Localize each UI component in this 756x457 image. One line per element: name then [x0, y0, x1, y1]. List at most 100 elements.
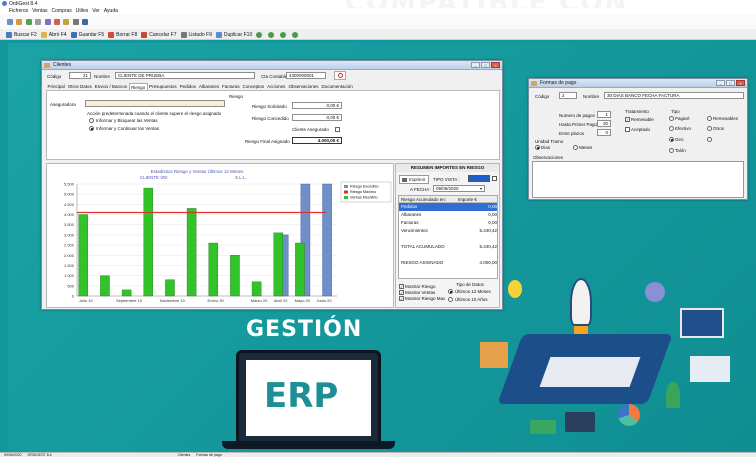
tipo-vista-label: TIPO VISTA : [433, 177, 460, 182]
list-button[interactable]: Listado F9 [180, 31, 212, 38]
mostrar-ventas-checkbox[interactable]: ✓ [399, 290, 404, 295]
settings-icon[interactable] [72, 19, 79, 25]
tools-icon[interactable] [63, 19, 70, 25]
aseguradora-field[interactable] [85, 100, 225, 107]
mostrar-riesgo-checkbox[interactable]: ✓ [399, 284, 404, 289]
nav-last-icon[interactable] [292, 32, 299, 38]
menu-ayuda[interactable]: Ayuda [104, 8, 118, 15]
radio-dias[interactable] [535, 145, 540, 150]
table-row[interactable]: Albaranes 0,00 [399, 211, 497, 219]
table-row[interactable] [399, 251, 497, 259]
edit-icon[interactable] [16, 19, 23, 25]
radio-meses[interactable] [573, 145, 578, 150]
search-button[interactable]: Buscar F2 [6, 31, 37, 38]
maximize-button[interactable]: □ [481, 62, 490, 68]
menu-ventas[interactable]: Ventas [32, 8, 47, 15]
y-tick-label: 500 [67, 283, 74, 288]
asegurado-checkbox[interactable] [335, 127, 340, 132]
mostrar-riesgo-max-checkbox[interactable]: ✓ [399, 296, 404, 301]
legend-swatch [344, 190, 348, 194]
close-button[interactable]: × [491, 62, 500, 68]
codigo-field[interactable]: 21 [69, 72, 91, 79]
solicitado-field[interactable]: 0,00 € [292, 102, 342, 109]
table-row[interactable]: Facturas 0,00 [399, 219, 497, 227]
radio-12-meses-label: Últimos 12 Meses [455, 289, 491, 294]
laptop-screen: ERP [246, 360, 371, 436]
radio-remesables[interactable] [707, 116, 712, 121]
remesable-checkbox[interactable]: ✓ [625, 117, 630, 122]
open-button[interactable]: Abrir F4 [40, 31, 67, 38]
risk-sales-chart: Estadística Riesgo y Ventas Últimos 12 M… [64, 168, 392, 303]
tipo-vista-select[interactable] [468, 175, 490, 182]
nombre-field[interactable]: CLIENTE DE PRUEBA [115, 72, 255, 79]
table-row[interactable]: Pedidos 0,00 [399, 203, 497, 211]
calendar-icon[interactable] [53, 19, 60, 25]
fecha-dropdown-icon[interactable]: ▾ [480, 186, 482, 191]
document-icon[interactable] [35, 19, 42, 25]
folder-icon [40, 31, 47, 38]
delete-button[interactable]: Borrar F8 [108, 31, 137, 38]
duplicate-button[interactable]: Duplicar F10 [215, 31, 252, 38]
radio-otros[interactable] [707, 126, 712, 131]
menu-compras[interactable]: Compras [51, 8, 71, 15]
fp-nombre-field[interactable]: 30 DIAS BANCO FECHA FACTURA [604, 92, 744, 99]
laptop-illustration: ERP [236, 350, 381, 444]
radio-efectivo[interactable] [669, 126, 674, 131]
formas-pago-window: Formas de pago – □ × Código 2 Nombre 30 DI… [528, 78, 748, 200]
nav-first-icon[interactable] [256, 32, 263, 38]
customers-icon[interactable] [25, 19, 32, 25]
maximize-button[interactable]: □ [726, 80, 735, 86]
status-window-formas[interactable]: Formas de pago [196, 453, 222, 457]
observaciones-label: Observaciones [533, 155, 564, 160]
table-row[interactable]: RIESGO ASIGNADO 4.000,00 [399, 259, 497, 267]
radio-giro[interactable] [669, 137, 674, 142]
final-label: Riesgo Final Asignado [245, 139, 290, 144]
bar-ventas [186, 208, 197, 297]
grid-icon[interactable] [82, 19, 89, 25]
menu-ver[interactable]: Ver [92, 8, 100, 15]
radio-continuar[interactable] [89, 126, 94, 131]
report-icon[interactable] [44, 19, 51, 25]
table-row[interactable]: Vencimientos 5.440,42 [399, 227, 497, 235]
minimize-button[interactable]: – [471, 62, 480, 68]
table-row[interactable]: TOTAL ACUMULADO 5.440,42 [399, 243, 497, 251]
fp-codigo-field[interactable]: 2 [559, 92, 577, 99]
aceptado-checkbox[interactable] [625, 127, 630, 132]
menu-utiles[interactable]: Utiles [76, 8, 89, 15]
status-window-clientes[interactable]: Clientes [178, 453, 191, 457]
radio-talon[interactable] [669, 148, 674, 153]
new-icon[interactable] [7, 19, 13, 25]
radio-12-meses[interactable] [448, 289, 453, 294]
observaciones-textarea[interactable] [532, 161, 744, 198]
table-row[interactable] [399, 235, 497, 243]
table-header: Riesgo Acumulado en: Importe € [399, 196, 497, 203]
concedido-field[interactable]: 0,00 € [292, 114, 342, 121]
nav-next-icon[interactable] [280, 32, 287, 38]
npagos-field[interactable]: 1 [597, 111, 611, 118]
alert-button[interactable] [334, 71, 346, 80]
entre-field[interactable]: 0 [597, 129, 611, 136]
menu-ficheros[interactable]: Ficheros [9, 8, 28, 15]
cta-field[interactable]: 4300000001 [286, 72, 326, 79]
radio-bloquear-label: Informar y Bloquear las Ventas [96, 118, 158, 123]
calendar-icon[interactable] [492, 176, 497, 181]
save-button[interactable]: Guardar F5 [70, 31, 104, 38]
close-button[interactable]: × [736, 80, 745, 86]
radio-extra[interactable] [707, 137, 712, 142]
radio-talon-label: Talón [675, 148, 686, 153]
fecha-field[interactable]: 09/06/2020 [433, 185, 485, 192]
formas-titlebar[interactable]: Formas de pago – □ × [529, 79, 747, 88]
x-tick-label: Julio 19 [79, 298, 94, 303]
promo-erp: ERP [264, 376, 339, 416]
hasta-field[interactable]: 30 [597, 120, 611, 127]
print-button[interactable]: Imprimir [399, 175, 429, 184]
radio-10-anos[interactable] [448, 297, 453, 302]
radio-pagare[interactable] [669, 116, 674, 121]
radio-bloquear[interactable] [89, 118, 94, 123]
clientes-titlebar[interactable]: Clientes – □ × [42, 61, 502, 70]
nav-prev-icon[interactable] [268, 32, 275, 38]
row-value [459, 235, 497, 243]
final-field[interactable]: 4.000,00 € [292, 137, 342, 144]
minimize-button[interactable]: – [716, 80, 725, 86]
cancel-button[interactable]: Cancelar F7 [141, 31, 177, 38]
